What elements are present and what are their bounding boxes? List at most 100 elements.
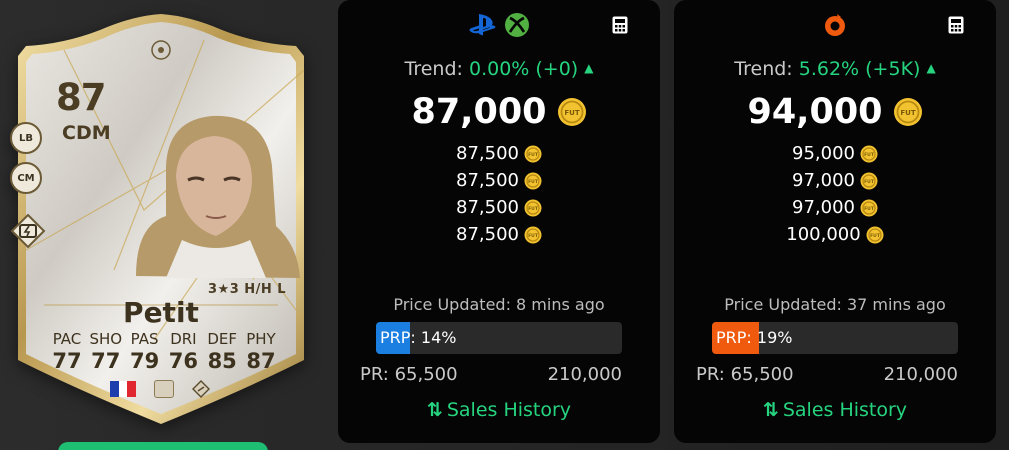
sales-history-label: Sales History [446, 399, 572, 421]
stat-label: PAC [52, 330, 82, 348]
calculator-icon[interactable] [948, 16, 964, 34]
svg-text:FUT: FUT [870, 233, 881, 239]
trend-up-icon: ▲ [584, 61, 594, 75]
playstation-icon[interactable] [468, 12, 498, 38]
listing-price-row: 97,000 FUT [674, 167, 996, 194]
trend-label: Trend: [404, 58, 463, 80]
green-action-button[interactable] [58, 442, 268, 450]
svg-text:FUT: FUT [528, 206, 539, 212]
page: 87 CDM LB CM 3★3 H/H L Petit PAC SHO PAS [0, 0, 1009, 450]
price-range-min: PR: 65,500 [696, 364, 794, 385]
prp-text: PRP: 19% [716, 328, 792, 347]
alt-position-cm: CM [10, 162, 42, 194]
svg-text:FUT: FUT [564, 109, 579, 117]
svg-text:FUT: FUT [528, 179, 539, 185]
main-price-value: 94,000 [747, 92, 883, 132]
listing-price-row: 97,000 FUT [674, 194, 996, 221]
origin-icon[interactable] [822, 12, 848, 38]
stat-value: 77 [52, 349, 82, 373]
svg-text:FUT: FUT [864, 206, 875, 212]
svg-text:FUT: FUT [900, 109, 915, 117]
listing-price: 97,000 [792, 170, 855, 191]
alt-position-lb: LB [10, 122, 42, 154]
sales-history-label: Sales History [782, 399, 908, 421]
stat-label: PAS [130, 330, 159, 348]
price-range-max: 210,000 [547, 364, 622, 385]
price-range: PR: 65,500 210,000 [696, 364, 958, 385]
sales-history-link[interactable]: ⇅ Sales History [674, 399, 996, 421]
listing-prices: 87,500 FUT 87,500 FUT 87,500 FUT 87,500 … [338, 140, 660, 248]
card-position: CDM [62, 122, 111, 144]
pc-price-panel: Trend: 5.62% (+5K) ▲ 94,000 FUT 95,000 FU… [674, 0, 996, 443]
card-stat-labels: PAC SHO PAS DRI DEF PHY [48, 330, 280, 348]
listing-price: 97,000 [792, 197, 855, 218]
trend-value: 5.62% (+5K) [798, 58, 921, 80]
card-player-name: Petit [123, 296, 199, 329]
fut-coin-icon: FUT [524, 226, 542, 243]
card-stat-values: 77 77 79 76 85 87 [48, 349, 280, 373]
card-badges [110, 380, 210, 398]
listing-price: 87,500 [456, 143, 519, 164]
stat-value: 79 [129, 349, 160, 373]
stat-value: 77 [91, 349, 121, 373]
svg-text:FUT: FUT [864, 152, 875, 158]
stat-label: PHY [246, 330, 276, 348]
stat-value: 87 [246, 349, 276, 373]
svg-text:FUT: FUT [864, 179, 875, 185]
main-price: 94,000 FUT [674, 92, 996, 132]
price-range-max: 210,000 [883, 364, 958, 385]
sales-history-link[interactable]: ⇅ Sales History [338, 399, 660, 421]
player-photo [136, 115, 300, 278]
stat-value: 76 [168, 349, 198, 373]
prp-label: PRP [380, 328, 411, 347]
listing-price: 87,500 [456, 170, 519, 191]
svg-text:FUT: FUT [528, 152, 539, 158]
fut-coin-icon: FUT [860, 145, 878, 162]
france-flag-icon [110, 381, 137, 397]
trend-value: 0.00% (+0) [468, 58, 579, 80]
trend-row: Trend: 0.00% (+0) ▲ [338, 58, 660, 80]
prp-label: PRP [716, 328, 747, 347]
listing-prices: 95,000 FUT 97,000 FUT 97,000 FUT 100,000… [674, 140, 996, 248]
trend-row: Trend: 5.62% (+5K) ▲ [674, 58, 996, 80]
stat-label: SHO [89, 330, 123, 348]
listing-price: 100,000 [786, 224, 861, 245]
fut-coin-icon: FUT [524, 199, 542, 216]
trend-label: Trend: [734, 58, 793, 80]
card-rating: 87 [56, 76, 106, 119]
fut-coin-icon: FUT [860, 172, 878, 189]
listing-price-row: 87,500 FUT [338, 194, 660, 221]
listing-price-row: 87,500 FUT [338, 221, 660, 248]
stat-label: DRI [170, 330, 197, 348]
fut-coin-icon: FUT [557, 98, 586, 126]
prp-bar: PRP: 19% [712, 322, 958, 354]
main-price-value: 87,000 [411, 92, 547, 132]
stat-value: 85 [207, 349, 237, 373]
listing-price-row: 87,500 FUT [338, 140, 660, 167]
card-skills: 3★3 H/H L [208, 282, 287, 297]
prp-text: PRP: 14% [380, 328, 456, 347]
fut-coin-icon: FUT [866, 226, 884, 243]
console-price-panel: Trend: 0.00% (+0) ▲ 87,000 FUT 87,500 FUT… [338, 0, 660, 443]
price-updated-text: Price Updated: 8 mins ago [393, 295, 605, 314]
sort-arrows-icon: ⇅ [762, 399, 779, 421]
listing-price-row: 87,500 FUT [338, 167, 660, 194]
svg-text:FUT: FUT [528, 233, 539, 239]
player-card[interactable]: 87 CDM LB CM 3★3 H/H L Petit PAC SHO PAS [0, 6, 322, 431]
fut-coin-icon: FUT [524, 145, 542, 162]
listing-price: 87,500 [456, 197, 519, 218]
main-price: 87,000 FUT [338, 92, 660, 132]
fut-coin-icon: FUT [893, 98, 922, 126]
icons-club-icon [192, 380, 210, 398]
calculator-icon[interactable] [612, 16, 628, 34]
trend-up-icon: ▲ [926, 61, 936, 75]
xbox-icon[interactable] [504, 12, 530, 38]
prp-bar: PRP: 14% [376, 322, 622, 354]
icons-league-icon [154, 380, 174, 398]
price-updated-text: Price Updated: 37 mins ago [724, 295, 946, 314]
listing-price: 95,000 [792, 143, 855, 164]
fut-coin-icon: FUT [860, 199, 878, 216]
fut-coin-icon: FUT [524, 172, 542, 189]
listing-price: 87,500 [456, 224, 519, 245]
price-range-min: PR: 65,500 [360, 364, 458, 385]
